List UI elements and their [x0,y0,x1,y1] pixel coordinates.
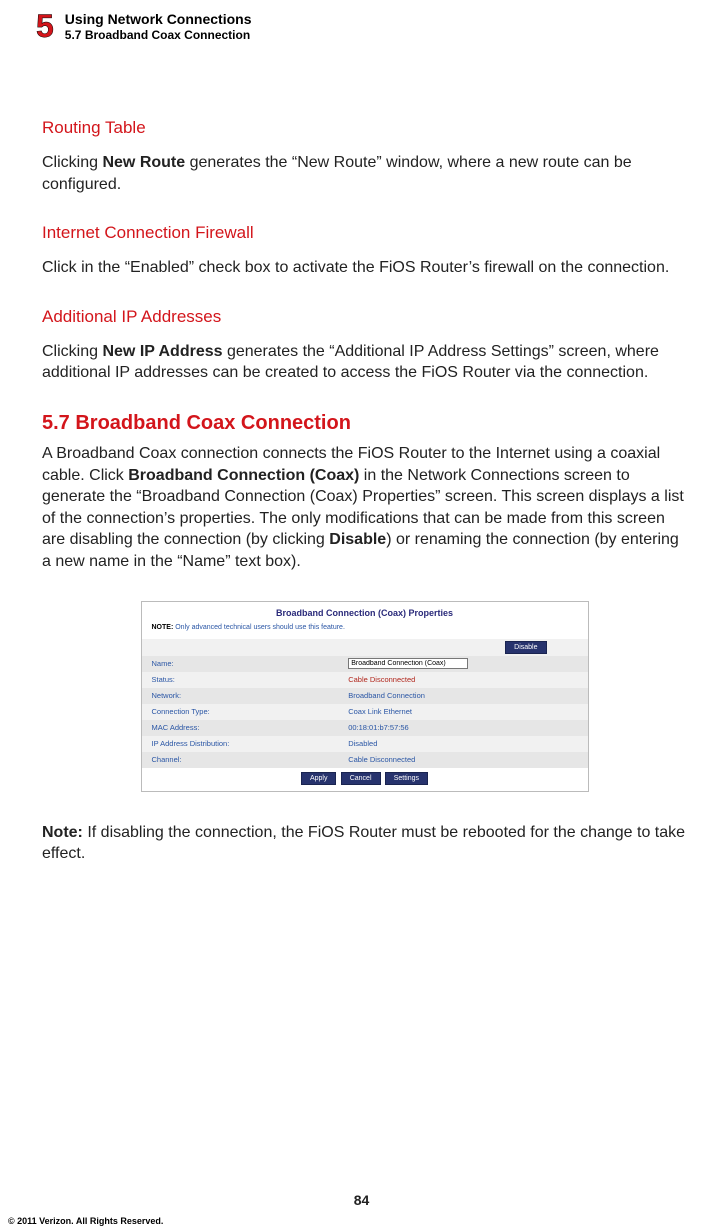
table-row: Network: Broadband Connection [142,688,588,704]
bold-new-ip-address: New IP Address [102,343,222,360]
properties-table: Name: Status: Cable Disconnected Network… [142,656,588,768]
page-number: 84 [0,1192,723,1208]
table-row: Name: [142,656,588,672]
page-header: 5 Using Network Connections 5.7 Broadban… [10,6,713,48]
note-paragraph: Note: If disabling the connection, the F… [42,822,687,865]
prop-label: MAC Address: [142,720,343,736]
prop-value: Broadband Connection [342,688,587,704]
chapter-title: Using Network Connections [65,11,252,27]
note-label: Note: [42,824,83,841]
table-row: Status: Cable Disconnected [142,672,588,688]
table-row: Channel: Cable Disconnected [142,752,588,768]
heading-5-7: 5.7 Broadband Coax Connection [42,412,687,435]
bold-disable: Disable [329,531,386,548]
text: Clicking [42,343,102,360]
properties-screenshot: Broadband Connection (Coax) Properties N… [141,601,589,792]
prop-label: Connection Type: [142,704,343,720]
prop-value [342,656,587,672]
apply-button[interactable]: Apply [301,772,337,785]
bold-broadband-connection-coax: Broadband Connection (Coax) [128,467,359,484]
heading-routing-table: Routing Table [42,118,687,138]
note-text: If disabling the connection, the FiOS Ro… [42,824,685,863]
settings-button[interactable]: Settings [385,772,428,785]
table-row: Connection Type: Coax Link Ethernet [142,704,588,720]
para-additional-ip: Clicking New IP Address generates the “A… [42,341,687,384]
ss-note-label: NOTE: [152,624,174,631]
table-row: MAC Address: 00:18:01:b7:57:56 [142,720,588,736]
cancel-button[interactable]: Cancel [341,772,381,785]
prop-label: Channel: [142,752,343,768]
para-firewall: Click in the “Enabled” check box to acti… [42,257,687,279]
section-label: 5.7 Broadband Coax Connection [65,28,252,42]
ss-note: NOTE: Only advanced technical users shou… [142,622,588,639]
chapter-number: 5 [36,10,53,42]
prop-label: Status: [142,672,343,688]
table-row: IP Address Distribution: Disabled [142,736,588,752]
header-titles: Using Network Connections 5.7 Broadband … [65,10,252,42]
prop-value: Disabled [342,736,587,752]
heading-firewall: Internet Connection Firewall [42,223,687,243]
name-input[interactable] [348,658,468,669]
prop-value: Cable Disconnected [342,672,587,688]
ss-title: Broadband Connection (Coax) Properties [142,602,588,622]
text: Clicking [42,154,102,171]
disable-button[interactable]: Disable [505,641,546,654]
heading-additional-ip: Additional IP Addresses [42,307,687,327]
prop-value: Cable Disconnected [342,752,587,768]
ss-button-row: Apply Cancel Settings [142,768,588,791]
prop-label: Name: [142,656,343,672]
prop-label: IP Address Distribution: [142,736,343,752]
prop-label: Network: [142,688,343,704]
para-routing-table: Clicking New Route generates the “New Ro… [42,152,687,195]
bold-new-route: New Route [102,154,185,171]
ss-note-text: Only advanced technical users should use… [175,624,345,631]
prop-value: 00:18:01:b7:57:56 [342,720,587,736]
ss-disable-row: Disable [142,639,588,656]
para-5-7: A Broadband Coax connection connects the… [42,443,687,573]
prop-value: Coax Link Ethernet [342,704,587,720]
copyright: © 2011 Verizon. All Rights Reserved. [8,1216,163,1226]
